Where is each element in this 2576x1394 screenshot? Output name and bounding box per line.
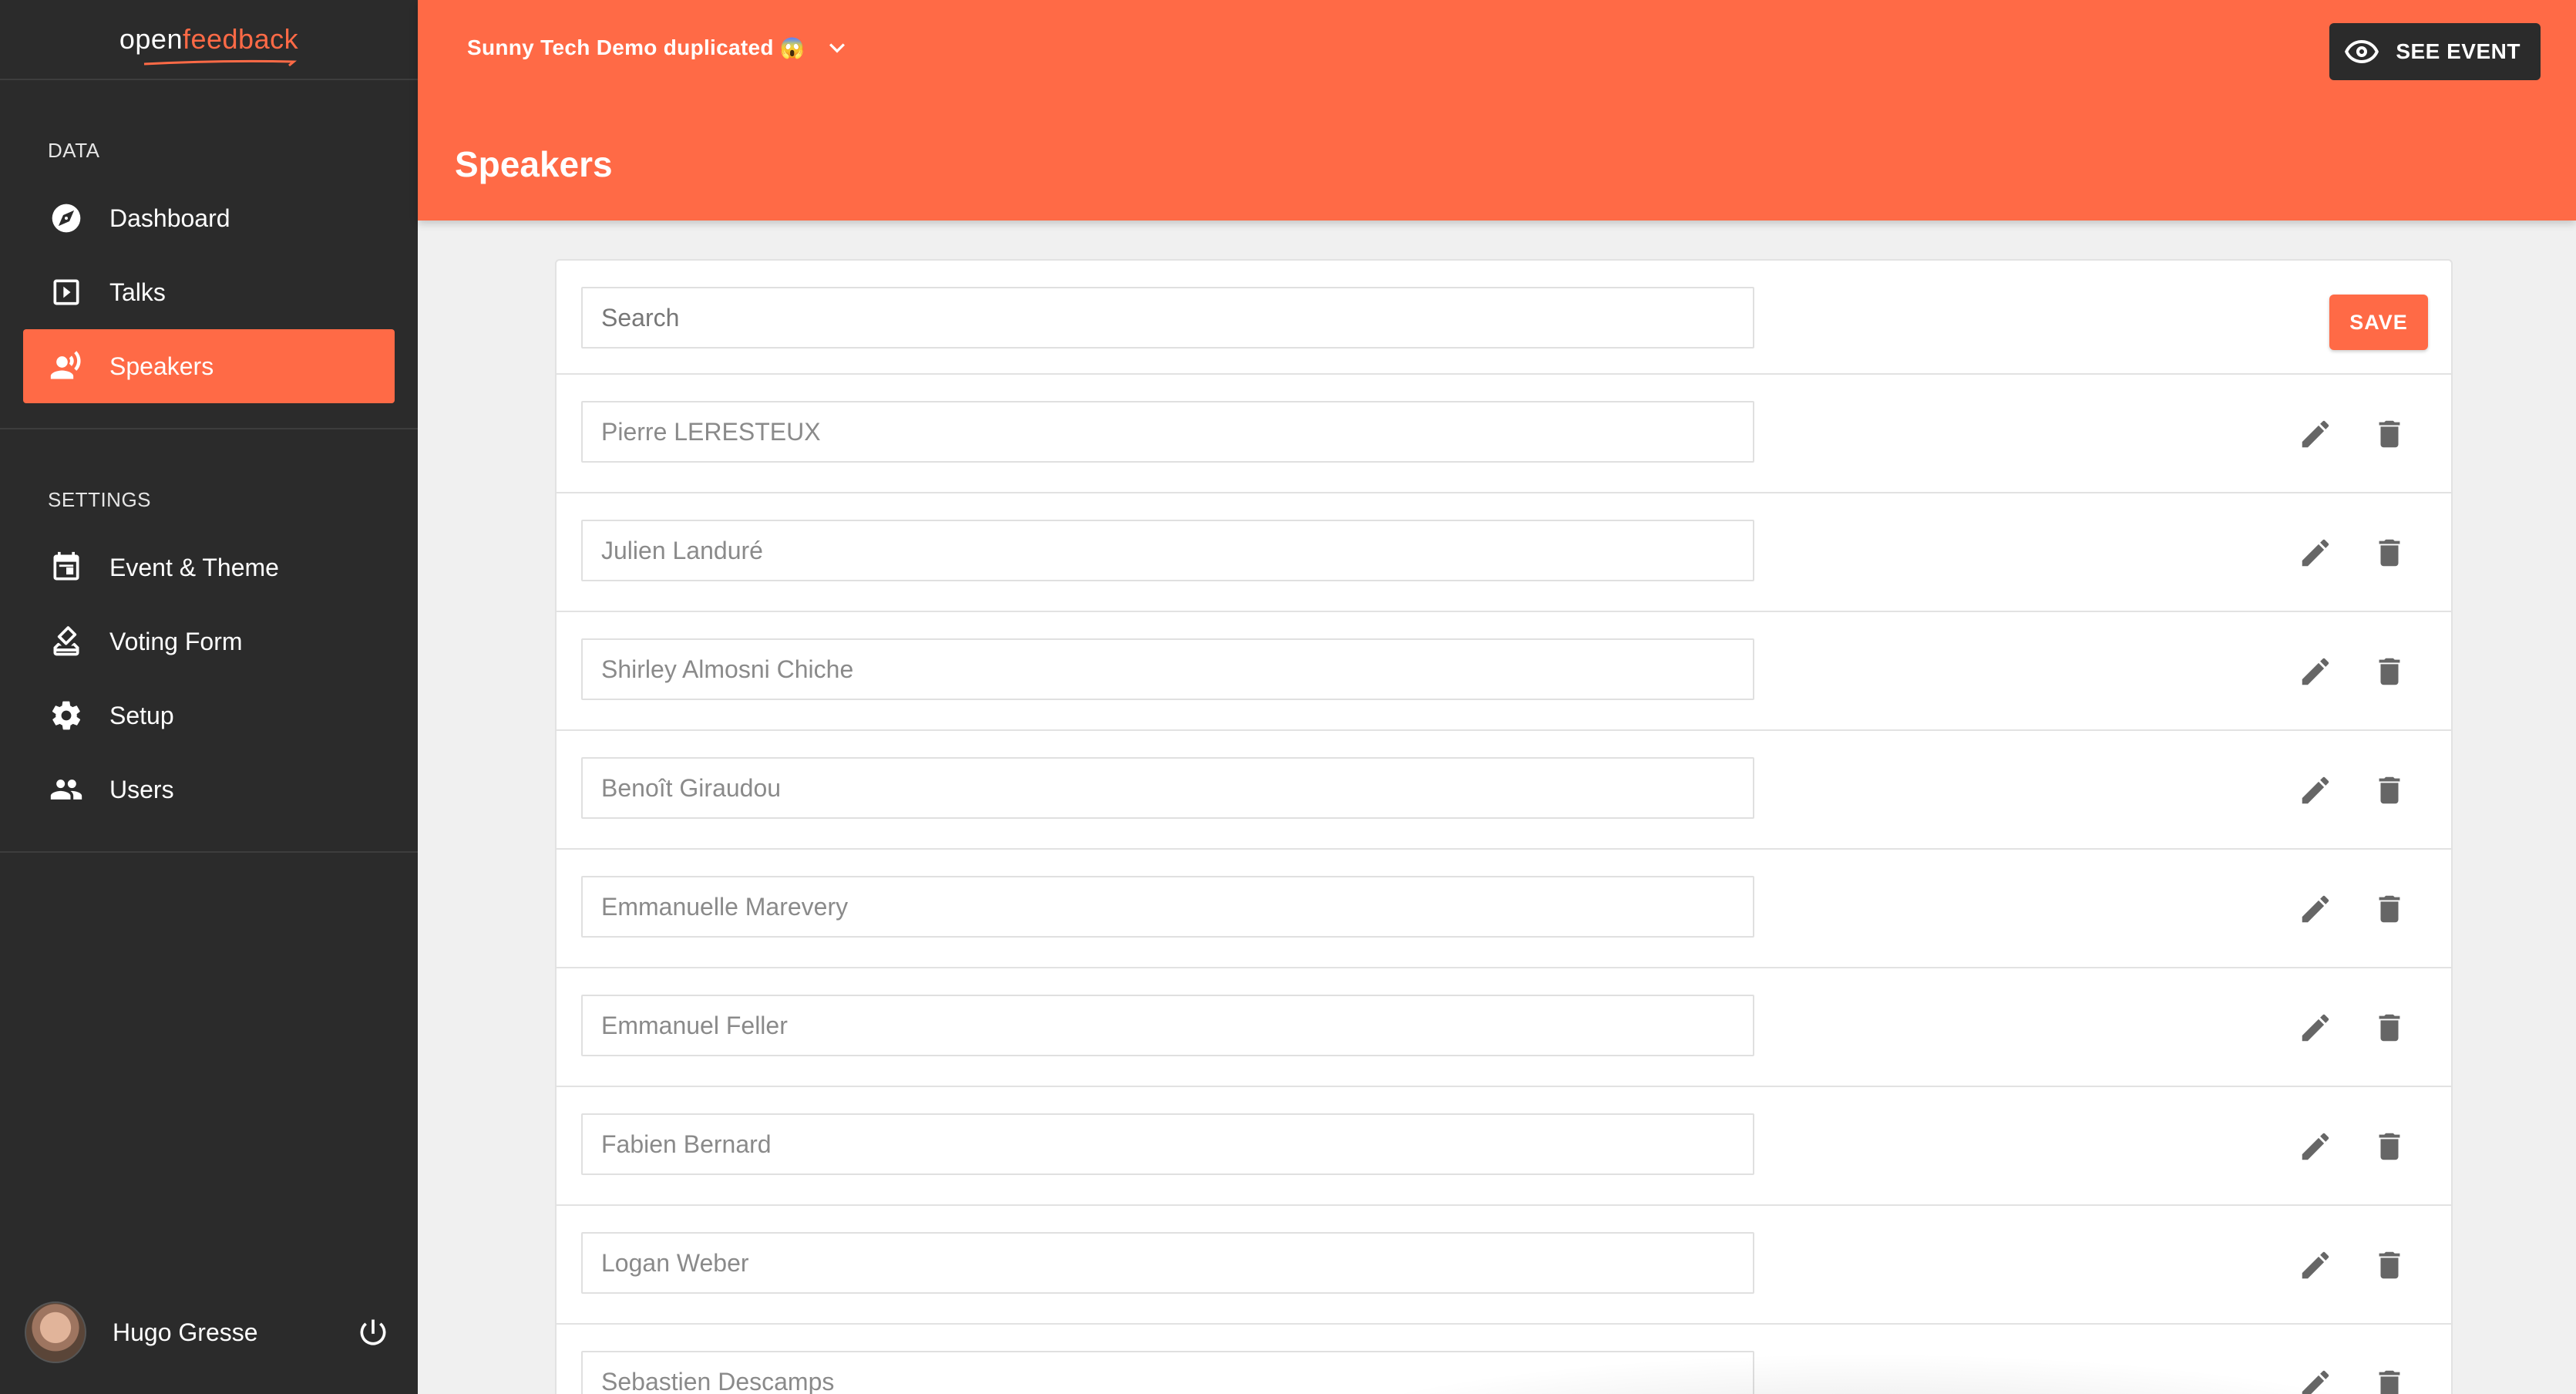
trash-icon[interactable]	[2368, 1125, 2411, 1168]
sidebar-section-settings: SETTINGS Event & Theme Voting Form Setup…	[0, 429, 418, 853]
sidebar-item-users[interactable]: Users	[23, 753, 395, 827]
sidebar-item-voting-form[interactable]: Voting Form	[23, 604, 395, 678]
list-item	[557, 731, 2451, 850]
list-item	[557, 375, 2451, 493]
logo-underline-icon	[143, 59, 297, 66]
row-actions	[2263, 968, 2411, 1087]
logo-prefix: open	[119, 23, 183, 55]
sidebar-item-event-theme[interactable]: Event & Theme	[23, 530, 395, 604]
edit-icon[interactable]	[2294, 887, 2337, 931]
sidebar-section-data: DATA Dashboard Talks Speakers	[0, 80, 418, 429]
sidebar-item-label: Voting Form	[109, 627, 243, 655]
edit-icon[interactable]	[2294, 1244, 2337, 1287]
event-emoji: 😱	[779, 35, 805, 59]
edit-icon[interactable]	[2294, 531, 2337, 574]
speaker-name-field[interactable]	[581, 1113, 1754, 1175]
event-name: Sunny Tech Demo duplicated	[467, 35, 774, 59]
event-selector[interactable]: Sunny Tech Demo duplicated 😱	[467, 32, 853, 63]
sidebar-item-speakers[interactable]: Speakers	[23, 329, 395, 403]
chevron-down-icon	[829, 43, 846, 53]
row-actions	[2263, 1206, 2411, 1325]
edit-icon[interactable]	[2294, 769, 2337, 812]
sidebar-item-setup[interactable]: Setup	[23, 678, 395, 753]
row-actions	[2263, 375, 2411, 493]
speakers-card: SAVE	[555, 259, 2453, 1394]
row-actions	[2263, 1087, 2411, 1206]
edit-icon[interactable]	[2294, 1362, 2337, 1394]
edit-icon[interactable]	[2294, 412, 2337, 456]
row-actions	[2263, 493, 2411, 612]
gear-icon	[49, 699, 83, 732]
row-actions	[2263, 1325, 2411, 1394]
sidebar-item-label: Talks	[109, 278, 166, 306]
people-icon	[49, 773, 83, 806]
trash-icon[interactable]	[2368, 769, 2411, 812]
logo-area: openfeedback	[0, 0, 418, 80]
list-item	[557, 1206, 2451, 1325]
list-item	[557, 850, 2451, 968]
list-item	[557, 1087, 2451, 1206]
play-box-icon	[49, 275, 83, 309]
row-actions	[2263, 731, 2411, 850]
sidebar: openfeedback DATA Dashboard Talks Speake…	[0, 0, 418, 1394]
sidebar-item-label: Speakers	[109, 352, 214, 380]
save-button[interactable]: SAVE	[2329, 295, 2428, 350]
section-title-data: DATA	[48, 139, 100, 162]
list-item	[557, 612, 2451, 731]
calendar-icon	[49, 551, 83, 584]
user-name: Hugo Gresse	[113, 1318, 258, 1346]
edit-icon[interactable]	[2294, 1006, 2337, 1049]
see-event-label: SEE EVENT	[2396, 39, 2521, 63]
sidebar-item-dashboard[interactable]: Dashboard	[23, 181, 395, 255]
eye-icon	[2345, 40, 2379, 63]
speaker-name-field[interactable]	[581, 401, 1754, 463]
sidebar-item-label: Setup	[109, 701, 174, 729]
top-header: Sunny Tech Demo duplicated 😱 SEE EVENT S…	[418, 0, 2576, 221]
row-actions	[2263, 612, 2411, 731]
card-toolbar: SAVE	[557, 261, 2451, 375]
speaker-name-field[interactable]	[581, 1351, 1754, 1394]
trash-icon[interactable]	[2368, 1006, 2411, 1049]
speaker-name-field[interactable]	[581, 876, 1754, 938]
sidebar-item-label: Dashboard	[109, 204, 230, 232]
speaker-name-field[interactable]	[581, 638, 1754, 700]
search-input[interactable]	[581, 287, 1754, 348]
see-event-button[interactable]: SEE EVENT	[2329, 23, 2541, 80]
openfeedback-logo[interactable]: openfeedback	[119, 23, 299, 66]
trash-icon[interactable]	[2368, 1244, 2411, 1287]
speaker-name-field[interactable]	[581, 1232, 1754, 1294]
page-title: Speakers	[455, 144, 613, 184]
trash-icon[interactable]	[2368, 531, 2411, 574]
speaker-voice-icon	[49, 349, 83, 383]
user-bar: Hugo Gresse	[0, 1271, 418, 1394]
edit-icon[interactable]	[2294, 1125, 2337, 1168]
list-item	[557, 1325, 2451, 1394]
avatar[interactable]	[25, 1301, 86, 1363]
list-item	[557, 968, 2451, 1087]
section-title-settings: SETTINGS	[48, 488, 152, 511]
sidebar-item-label: Event & Theme	[109, 553, 279, 581]
trash-icon[interactable]	[2368, 887, 2411, 931]
speaker-name-field[interactable]	[581, 995, 1754, 1056]
edit-icon[interactable]	[2294, 650, 2337, 693]
trash-icon[interactable]	[2368, 1362, 2411, 1394]
trash-icon[interactable]	[2368, 650, 2411, 693]
sidebar-item-label: Users	[109, 775, 174, 803]
power-icon[interactable]	[356, 1315, 390, 1349]
list-item	[557, 493, 2451, 612]
logo-accent: feedback	[182, 23, 299, 55]
speaker-name-field[interactable]	[581, 520, 1754, 581]
sidebar-item-talks[interactable]: Talks	[23, 255, 395, 329]
row-actions	[2263, 850, 2411, 968]
speaker-name-field[interactable]	[581, 757, 1754, 819]
compass-icon	[49, 201, 83, 235]
trash-icon[interactable]	[2368, 412, 2411, 456]
ballot-icon	[49, 625, 83, 658]
